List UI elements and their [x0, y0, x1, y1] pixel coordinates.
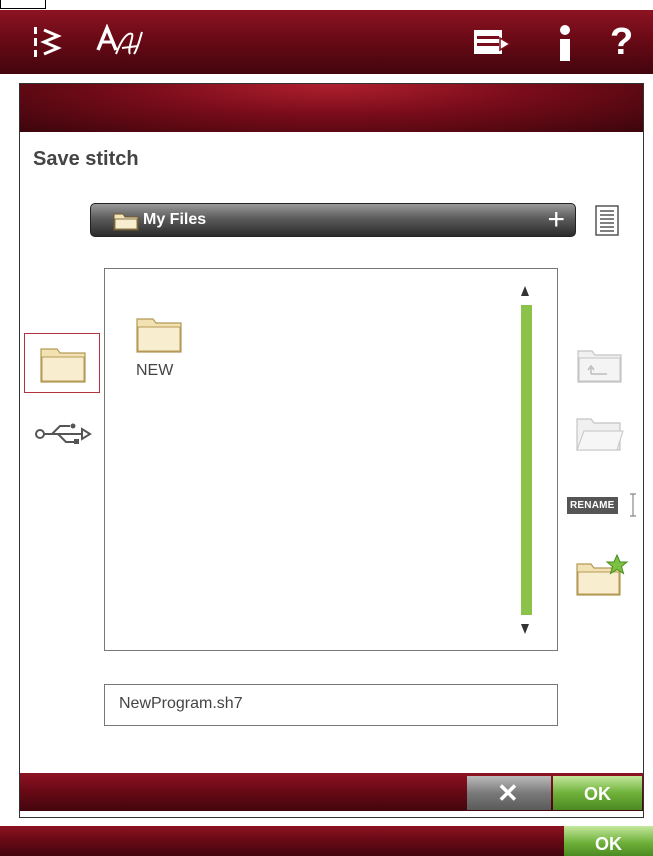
folder-icon [136, 315, 182, 358]
top-strip [0, 0, 653, 10]
help-icon[interactable]: ? [610, 20, 633, 64]
file-manager-icon[interactable] [472, 28, 514, 58]
folder-icon [113, 211, 139, 236]
filename-value: NewProgram.sh7 [119, 695, 243, 712]
my-files-folder-icon[interactable] [40, 345, 86, 388]
usb-icon[interactable] [34, 423, 92, 450]
close-icon: ✕ [497, 778, 519, 808]
stitch-menu-icon[interactable] [32, 24, 66, 60]
rename-button: RENAME [567, 497, 618, 514]
info-icon[interactable] [555, 24, 575, 64]
folder-item-label: NEW [136, 362, 174, 379]
open-folder-icon [576, 415, 624, 458]
add-folder-icon[interactable]: + [547, 205, 565, 235]
tab-nub [0, 0, 46, 9]
main-ok-button[interactable]: OK [564, 826, 653, 856]
ok-button[interactable]: OK [553, 776, 642, 810]
bottom-bar [0, 826, 653, 856]
scroll-up-icon[interactable] [521, 286, 529, 296]
list-view-icon[interactable] [595, 205, 621, 242]
text-cursor-icon [628, 493, 638, 522]
scroll-down-icon[interactable] [521, 624, 529, 634]
new-folder-icon[interactable] [576, 553, 629, 603]
folder-path-label: My Files [143, 211, 207, 228]
filename-field[interactable]: NewProgram.sh7 [104, 684, 558, 726]
folder-up-icon [577, 347, 623, 388]
cancel-button[interactable]: ✕ [467, 776, 551, 810]
dialog-header-bar [20, 84, 643, 132]
scrollbar[interactable] [521, 305, 532, 615]
folder-path-bar[interactable]: My Files + [90, 203, 576, 237]
font-icon[interactable] [94, 23, 146, 60]
dialog-title: Save stitch [33, 148, 139, 170]
main-toolbar: ? [0, 10, 653, 74]
